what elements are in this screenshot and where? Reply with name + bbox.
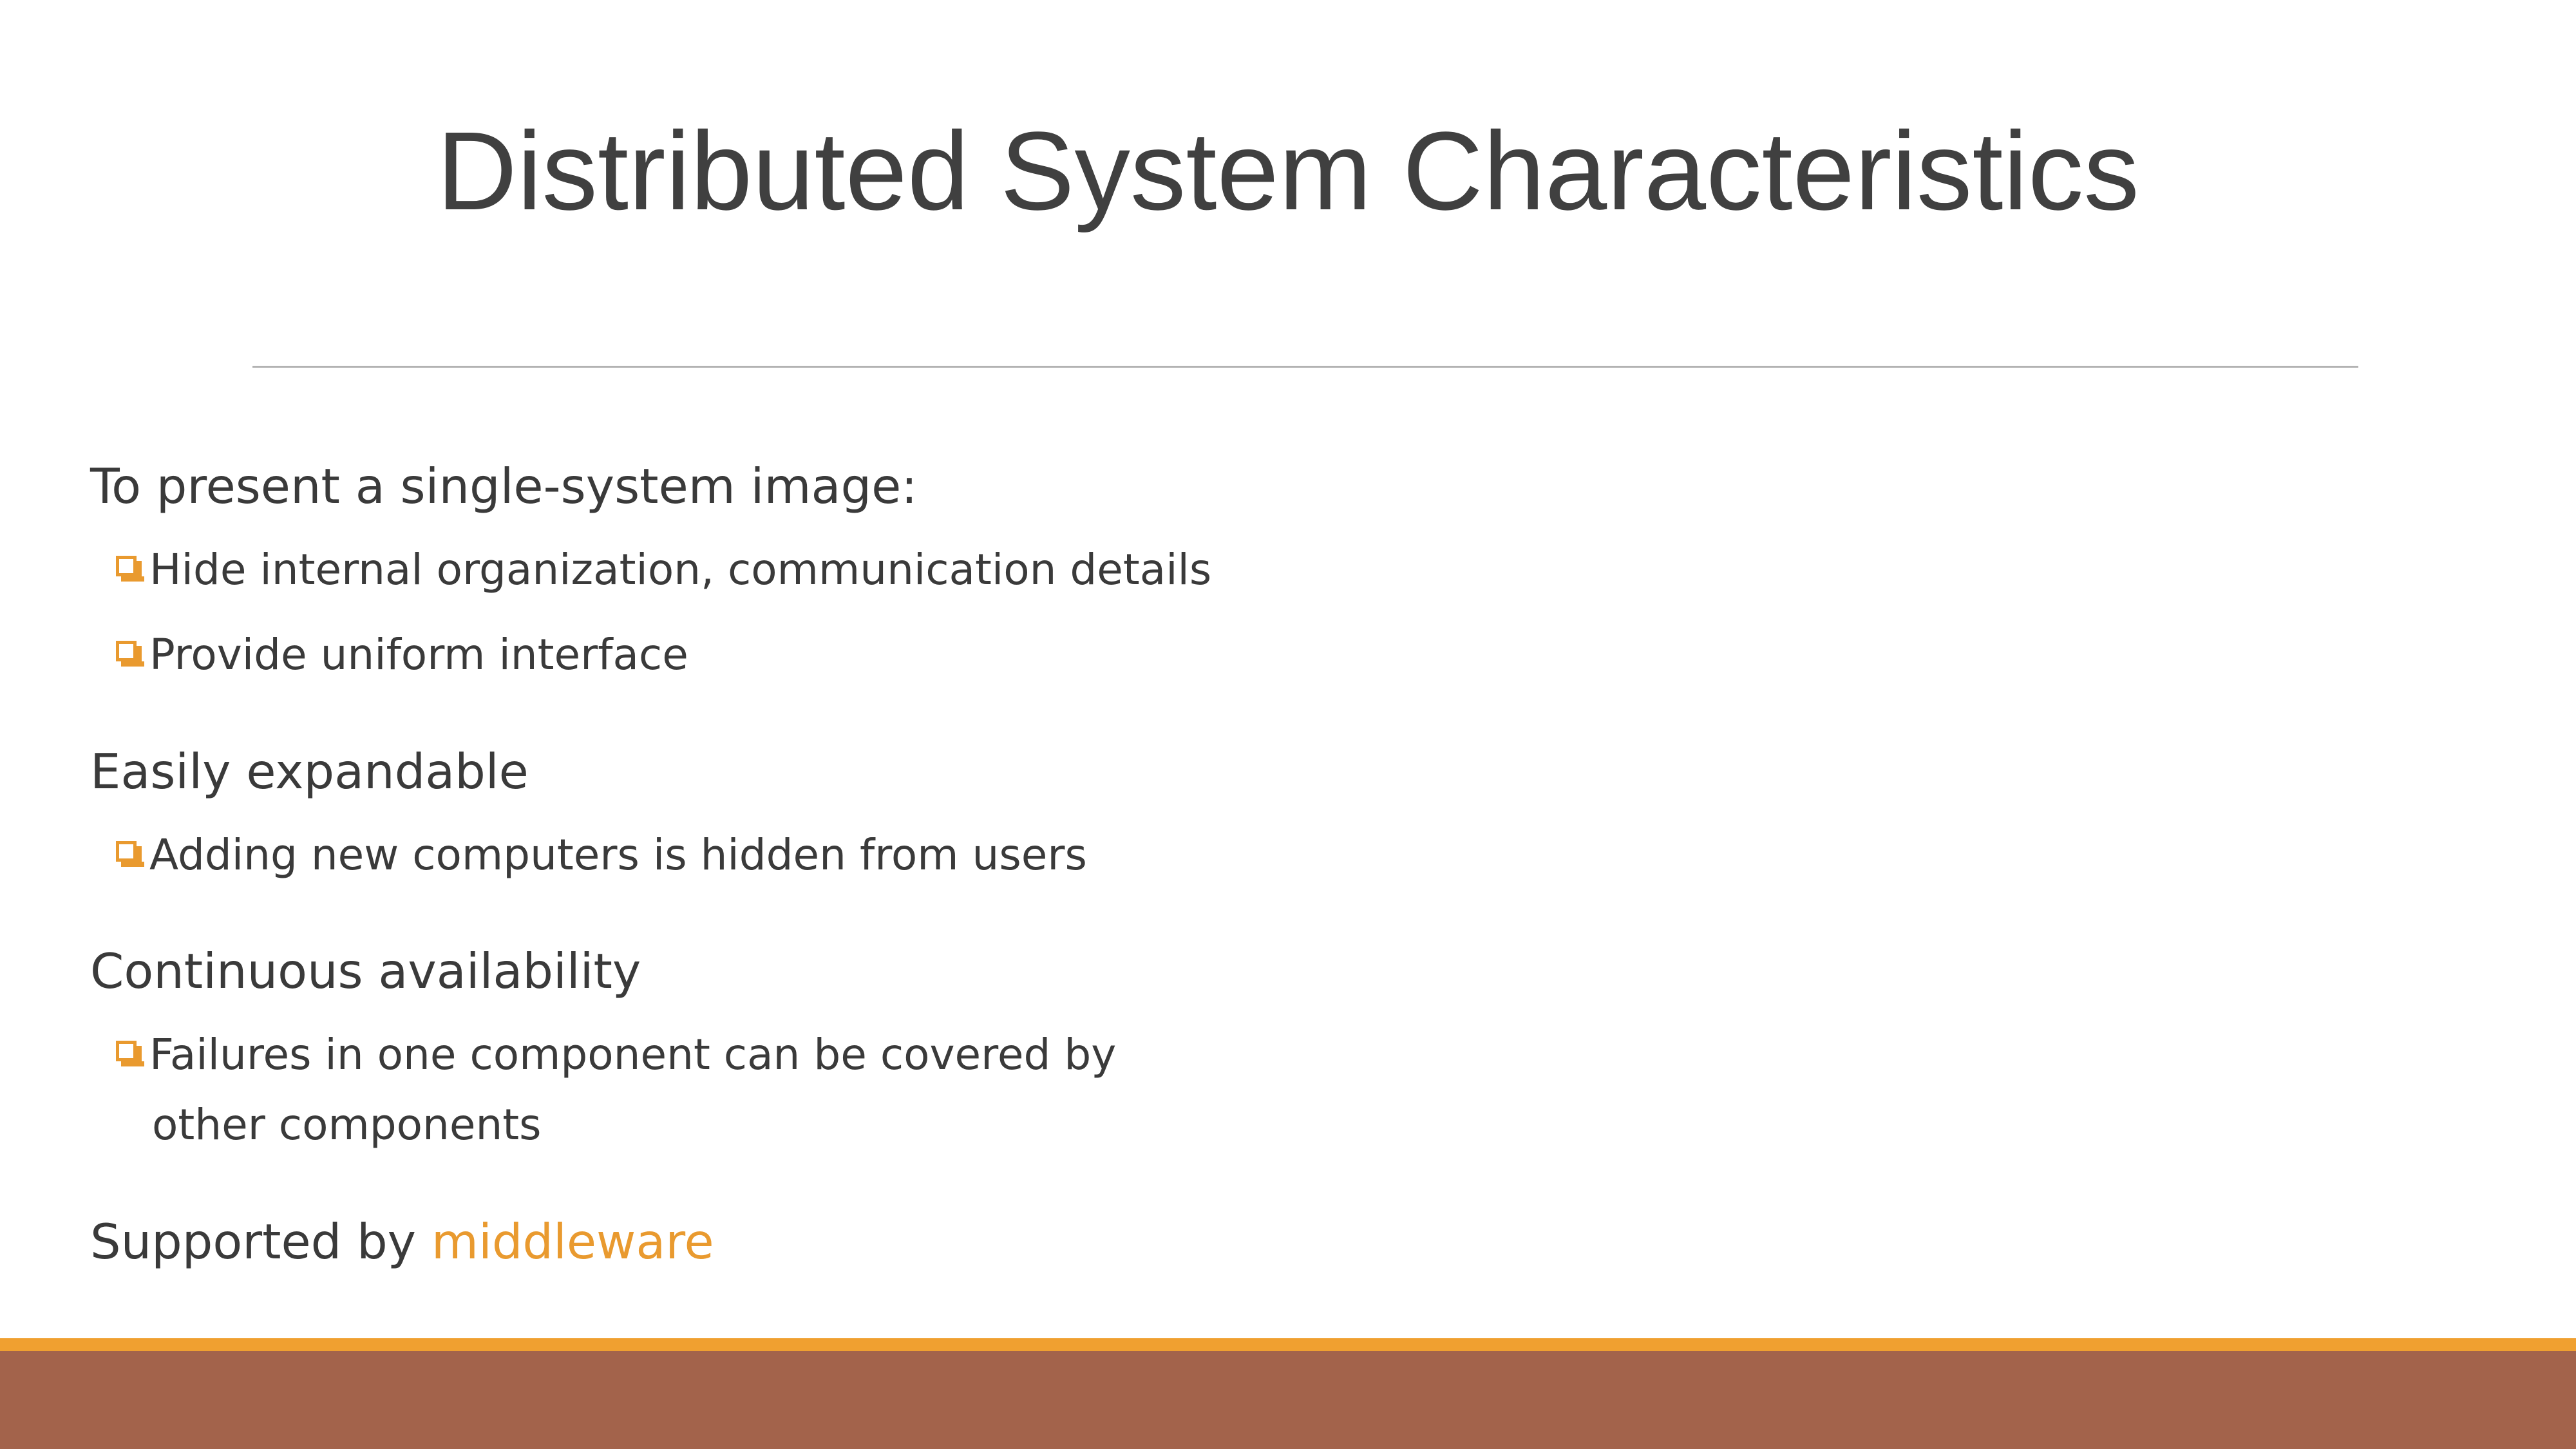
closing-prefix: Supported by (90, 1213, 431, 1270)
bullet-text: Provide uniform interface (149, 630, 688, 679)
square-bullet-icon (116, 1041, 144, 1069)
middleware-highlight: middleware (431, 1213, 714, 1270)
section-heading-expandable: Easily expandable (90, 743, 529, 800)
footer-accent-stripe (0, 1338, 2576, 1351)
bullet-text: Hide internal organization, communicatio… (149, 545, 1212, 594)
closing-line: Supported by middleware (90, 1206, 714, 1277)
bullet-text: Adding new computers is hidden from user… (149, 830, 1087, 880)
bullet-item: Provide uniform interface (116, 620, 688, 690)
square-bullet-icon (116, 641, 144, 669)
square-bullet-icon (116, 841, 144, 869)
slide: Distributed System Characteristics To pr… (0, 0, 2576, 1449)
section-heading-availability: Continuous availability (90, 943, 641, 999)
bullet-item: Adding new computers is hidden from user… (116, 820, 1087, 891)
section-heading-single-system-image: To present a single-system image: (90, 458, 918, 515)
square-bullet-icon (116, 556, 144, 584)
bullet-text: Failures in one component can be covered… (149, 1030, 1117, 1079)
bullet-item: Hide internal organization, communicatio… (116, 535, 1211, 605)
bullet-item: Failures in one component can be covered… (116, 1019, 1116, 1090)
footer-bar (0, 1351, 2576, 1449)
title-divider (252, 366, 2358, 368)
slide-title: Distributed System Characteristics (437, 108, 2139, 233)
bullet-continuation: other components (152, 1100, 542, 1150)
